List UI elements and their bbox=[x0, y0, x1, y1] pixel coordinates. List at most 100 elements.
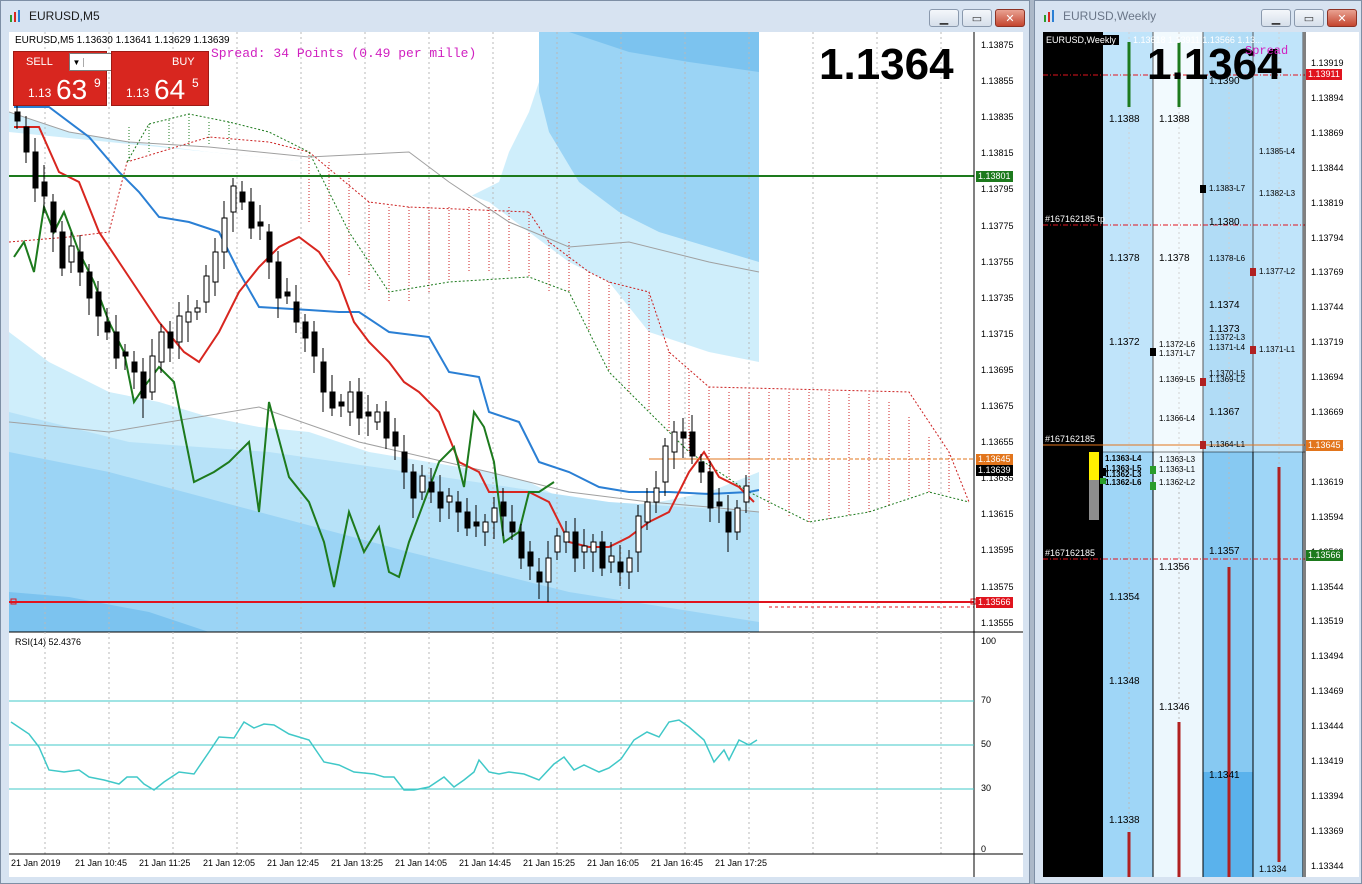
weekly-header-symbol: EURUSD,Weekly bbox=[1043, 35, 1119, 45]
col2-sub-label: 1.1372-L6 bbox=[1159, 340, 1196, 349]
candle-body bbox=[221, 217, 228, 253]
col3-level-label: 1.1374 bbox=[1209, 300, 1240, 311]
candle-body bbox=[617, 561, 624, 573]
time-tick-label: 21 Jan 14:45 bbox=[459, 858, 512, 868]
order-tp-label[interactable]: #167162185 tp bbox=[1045, 214, 1105, 224]
candle-body bbox=[347, 391, 354, 413]
candle-body bbox=[599, 541, 606, 569]
col0-sub-label: 1.1363-L4 bbox=[1105, 454, 1142, 463]
minimize-icon: ▁ bbox=[939, 12, 949, 25]
weekly-price-tick-label: 1.13419 bbox=[1311, 756, 1344, 766]
candle-body bbox=[59, 231, 66, 269]
weekly-price-tick-label: 1.13719 bbox=[1311, 337, 1344, 348]
candle-body bbox=[50, 201, 57, 233]
price-tick-label: 1.13715 bbox=[981, 328, 1014, 339]
col1-level-label: 1.1372 bbox=[1109, 337, 1140, 348]
candle-body bbox=[131, 361, 138, 373]
col4-sub-label: 1.1371-L1 bbox=[1259, 345, 1296, 354]
col3-level-label: 1.1367 bbox=[1209, 407, 1240, 418]
weekly-chart[interactable]: EURUSD,Weekly 1.13618 1.13911 1.13566 1.… bbox=[1043, 32, 1359, 877]
time-tick-label: 21 Jan 17:25 bbox=[715, 858, 768, 868]
candle-body bbox=[392, 431, 399, 447]
weekly-price-tick-label: 1.13344 bbox=[1311, 860, 1344, 871]
lot-decrease-icon[interactable]: ▼ bbox=[70, 57, 84, 67]
candle-body bbox=[635, 515, 642, 553]
close-icon: ✕ bbox=[1005, 12, 1015, 25]
time-tick-label: 21 Jan 10:45 bbox=[75, 858, 128, 868]
left-titlebar[interactable]: EURUSD,M5 bbox=[1, 1, 1029, 31]
candle-body bbox=[158, 331, 165, 363]
weekly-low-badge: 1.13566 bbox=[1306, 550, 1343, 561]
col4-sub-label: 1.1382-L3 bbox=[1259, 189, 1296, 198]
col2-sub-label: 1.1362-L2 bbox=[1159, 478, 1196, 487]
candle-body bbox=[167, 331, 174, 349]
order-open-label[interactable]: #167162185 bbox=[1045, 434, 1095, 444]
rsi-tick-label: 70 bbox=[981, 695, 992, 705]
red-line-price-badge: 1.13566 bbox=[976, 597, 1013, 608]
col1-level-label: 1.1388 bbox=[1109, 114, 1140, 125]
close-button[interactable]: ✕ bbox=[1327, 9, 1357, 27]
candle-body bbox=[41, 181, 48, 197]
candle-body bbox=[329, 391, 336, 409]
candle-body bbox=[284, 291, 291, 297]
candle-body bbox=[32, 151, 39, 189]
buy-button[interactable]: BUY 1.13 64 5 bbox=[111, 51, 209, 106]
candle-body bbox=[536, 571, 543, 583]
minimize-button[interactable]: ▁ bbox=[929, 9, 959, 27]
candle-body bbox=[401, 451, 408, 473]
chart-app-icon bbox=[9, 9, 23, 23]
col0-sub-label: 1.1362-L6 bbox=[1105, 478, 1142, 487]
buy-price-big: 64 bbox=[154, 74, 186, 105]
eurusd-m5-window[interactable]: EURUSD,M5 ▁ ▭ ✕ EURUSD,M5 1.13630 1.1364… bbox=[0, 0, 1030, 884]
candle-body bbox=[581, 545, 588, 553]
price-tick-label: 1.13815 bbox=[981, 148, 1014, 159]
candle-body bbox=[23, 126, 30, 153]
col3-level-label: 1.1357 bbox=[1209, 546, 1240, 557]
col4-sub-label: 1.1385-L4 bbox=[1259, 147, 1296, 156]
candle-body bbox=[644, 501, 651, 523]
time-tick-label: 21 Jan 16:45 bbox=[651, 858, 704, 868]
price-tick-label: 1.13755 bbox=[981, 256, 1014, 267]
time-tick-label: 21 Jan 12:05 bbox=[203, 858, 256, 868]
time-tick-label: 21 Jan 2019 bbox=[11, 858, 61, 868]
candle-body bbox=[707, 471, 714, 509]
candle-body bbox=[500, 501, 507, 517]
rsi-tick-label: 0 bbox=[981, 844, 987, 854]
candle-body bbox=[257, 221, 264, 227]
candle-body bbox=[572, 531, 579, 559]
col3-sub-label: 1.1369-L2 bbox=[1209, 375, 1246, 384]
candle-body bbox=[68, 245, 75, 263]
maximize-button[interactable]: ▭ bbox=[1294, 9, 1324, 27]
candle-body bbox=[590, 541, 597, 553]
maximize-button[interactable]: ▭ bbox=[962, 9, 992, 27]
candle-body bbox=[725, 511, 732, 533]
eurusd-weekly-window[interactable]: EURUSD,Weekly ▁ ▭ ✕ EURUSD,Weekly 1.1361… bbox=[1034, 0, 1362, 884]
m5-chart[interactable]: EURUSD,M5 1.13630 1.13641 1.13629 1.1363… bbox=[8, 32, 1023, 877]
candle-body bbox=[437, 491, 444, 509]
weekly-chart-svg bbox=[1043, 32, 1306, 877]
col3-sub-label: 1.1371-L4 bbox=[1209, 343, 1246, 352]
price-tick-label: 1.13855 bbox=[981, 76, 1014, 87]
order-sl-label[interactable]: #167162185 bbox=[1045, 548, 1095, 558]
weekly-price-tick-label: 1.13469 bbox=[1311, 686, 1344, 697]
col2-level-label: 1.1388 bbox=[1159, 114, 1190, 125]
col1-level-label: 1.1354 bbox=[1109, 592, 1140, 603]
price-tick-label: 1.13695 bbox=[981, 364, 1014, 375]
minimize-button[interactable]: ▁ bbox=[1261, 9, 1291, 27]
weekly-price-tick-label: 1.13869 bbox=[1311, 127, 1344, 138]
candle-body bbox=[194, 307, 201, 313]
candle-body bbox=[455, 501, 462, 513]
ask-price-badge: 1.13645 bbox=[976, 454, 1013, 465]
maximize-icon: ▭ bbox=[1303, 12, 1315, 25]
sell-price-prefix: 1.13 bbox=[28, 86, 52, 100]
close-button[interactable]: ✕ bbox=[995, 9, 1025, 27]
candle-body bbox=[689, 431, 696, 457]
candle-body bbox=[248, 201, 255, 229]
candle-body bbox=[563, 531, 570, 543]
rsi-label: RSI(14) 52.4376 bbox=[15, 637, 82, 647]
col2-level-label: 1.1378 bbox=[1159, 253, 1190, 264]
candle-body bbox=[608, 555, 615, 563]
candle-body bbox=[374, 411, 381, 423]
spread-text: Spread: 34 Points (0.49 per mille) bbox=[211, 46, 477, 61]
weekly-price-tick-label: 1.13694 bbox=[1311, 372, 1344, 383]
